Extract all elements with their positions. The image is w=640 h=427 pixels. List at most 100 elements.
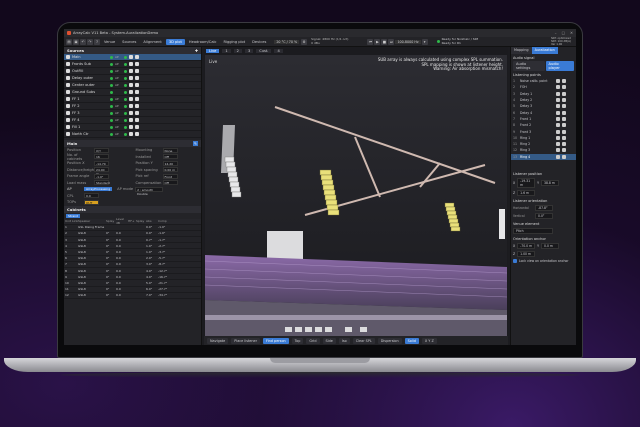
source-delete-icon[interactable]: [135, 55, 139, 59]
source-edit-icon[interactable]: [129, 62, 133, 66]
cabinet-cell[interactable]: 1: [64, 225, 71, 229]
listening-point-menu-icon[interactable]: [562, 142, 566, 147]
cabinet-cell[interactable]: -8.7°: [157, 262, 167, 266]
cabinet-cell[interactable]: 0°: [105, 256, 115, 260]
view-control-button[interactable]: X Y Z: [421, 337, 437, 344]
source-row[interactable]: Center outer AP: [64, 82, 201, 89]
main-field-value[interactable]: X/Y: [94, 147, 109, 153]
listening-point-visible-icon[interactable]: [556, 135, 560, 140]
listening-point-menu-icon[interactable]: [562, 148, 566, 153]
cabinet-cell[interactable]: -34.7°: [157, 293, 167, 297]
cabinet-cell[interactable]: 0.0: [115, 238, 127, 242]
strand-tab[interactable]: Strand: [66, 213, 80, 218]
source-edit-icon[interactable]: [129, 90, 133, 94]
cabinet-cell[interactable]: 4.0°: [145, 275, 157, 279]
cabinet-cell[interactable]: 9: [64, 275, 71, 279]
source-row[interactable]: OutFill AP: [64, 68, 201, 75]
cabinet-cell[interactable]: -16.7°: [157, 275, 167, 279]
help-icon[interactable]: ?: [94, 38, 100, 45]
cabinet-cell[interactable]: 0.0: [115, 250, 127, 254]
tab-headroom[interactable]: Headroom/Calc: [186, 39, 220, 45]
listening-point-menu-icon[interactable]: [562, 154, 566, 159]
cabinet-cell[interactable]: 0.0: [115, 287, 127, 291]
cabinet-cell[interactable]: -3.7°: [157, 250, 167, 254]
file-icon[interactable]: ▤: [66, 38, 72, 45]
rewind-icon[interactable]: ⏮: [367, 38, 374, 45]
source-delete-icon[interactable]: [135, 76, 139, 80]
source-edit-icon[interactable]: [129, 118, 133, 122]
cabinet-cell[interactable]: -5.7°: [157, 256, 167, 260]
source-delete-icon[interactable]: [135, 90, 139, 94]
source-edit-icon[interactable]: [129, 55, 133, 59]
edit-source-icon[interactable]: ✎: [192, 141, 198, 146]
play-icon[interactable]: ▶: [374, 38, 381, 45]
cabinet-cell[interactable]: 4.0°: [145, 269, 157, 273]
source-edit-icon[interactable]: [129, 69, 133, 73]
main-field-value[interactable]: 24.00 m: [94, 167, 109, 176]
main-field-value[interactable]: 16: [94, 154, 109, 160]
vertical-field[interactable]: 0.0°: [535, 212, 553, 219]
cabinet-cell[interactable]: 6: [64, 256, 71, 260]
cabinet-cell[interactable]: 2.0°: [145, 256, 157, 260]
main-field-value[interactable]: None: [162, 147, 178, 153]
listening-point-visible-icon[interactable]: [556, 129, 560, 134]
cabinet-cell[interactable]: 0°: [105, 231, 115, 235]
horizontal-field[interactable]: -87.8°: [535, 204, 553, 211]
source-row[interactable]: North Ctr AP: [64, 131, 201, 138]
tab-3d-plot[interactable]: 3D plot: [165, 38, 185, 45]
cabinet-cell[interactable]: GSL8: [77, 256, 105, 260]
main-field-value[interactable]: 14.20 m: [162, 160, 178, 170]
cabinet-cell[interactable]: GSL8: [77, 238, 105, 242]
anchor-x-field[interactable]: -70.0 m: [517, 242, 536, 249]
cabinet-cell[interactable]: -1.0°: [157, 225, 167, 229]
frequency-range[interactable]: 100-8000 Hz: [395, 39, 421, 44]
main-field-value[interactable]: -14.70 m: [94, 160, 109, 170]
view-tab[interactable]: 1: [222, 48, 231, 53]
view-control-button[interactable]: Navigate: [207, 337, 229, 344]
listening-point-menu-icon[interactable]: [562, 98, 566, 103]
cpl-field[interactable]: 0.0: [84, 193, 99, 199]
cabinet-cell[interactable]: 0°: [105, 287, 115, 291]
source-row[interactable]: Delay outer AP: [64, 75, 201, 82]
tops-toggle[interactable]: OUT: [84, 199, 99, 205]
cabinet-cell[interactable]: 0°: [105, 244, 115, 248]
view-control-button[interactable]: Find person: [263, 337, 289, 344]
listening-point-menu-icon[interactable]: [562, 129, 566, 134]
cabinet-row[interactable]: 12 GSL8 0° 0.0 7.0° -34.7°: [64, 293, 201, 299]
listening-point-row[interactable]: 13 Ring 4: [511, 153, 576, 160]
venue-element-select[interactable]: Pitch: [513, 227, 553, 234]
cabinet-cell[interactable]: 5.0°: [145, 281, 157, 285]
listening-point-visible-icon[interactable]: [556, 104, 560, 109]
cabinet-cell[interactable]: 1.0°: [145, 250, 157, 254]
source-edit-icon[interactable]: [129, 83, 133, 87]
cabinet-cell[interactable]: 7: [64, 262, 71, 266]
main-field-value[interactable]: Front: [162, 173, 178, 179]
cabinet-cell[interactable]: 8: [64, 269, 71, 273]
cabinet-cell[interactable]: 7.0°: [145, 293, 157, 297]
main-field-value[interactable]: Standard: [94, 180, 110, 186]
cabinet-cell[interactable]: -2.7°: [157, 244, 167, 248]
cabinet-cell[interactable]: -1.7°: [157, 238, 167, 242]
listening-point-visible-icon[interactable]: [556, 142, 560, 147]
cabinet-cell[interactable]: GSL8: [77, 231, 105, 235]
source-row[interactable]: Ground Subs: [64, 89, 201, 96]
cabinet-cell[interactable]: GSL8: [77, 269, 105, 273]
listening-point-visible-icon[interactable]: [556, 91, 560, 96]
audio-settings-button[interactable]: Audio settings: [513, 61, 545, 71]
cabinet-cell[interactable]: 11: [64, 287, 71, 291]
cabinet-cell[interactable]: 0°: [105, 269, 115, 273]
cabinet-cell[interactable]: 0.0: [115, 262, 127, 266]
cabinet-cell[interactable]: 5: [64, 250, 71, 254]
source-edit-icon[interactable]: [129, 97, 133, 101]
maximize-button[interactable]: □: [562, 31, 565, 35]
source-delete-icon[interactable]: [135, 97, 139, 101]
listening-point-visible-icon[interactable]: [556, 148, 560, 153]
redo-icon[interactable]: ↷: [87, 38, 93, 45]
save-icon[interactable]: ▣: [73, 38, 79, 45]
view-tab[interactable]: Cust.: [256, 48, 272, 53]
minimize-button[interactable]: –: [555, 31, 557, 35]
anchor-z-field[interactable]: 1.00 m: [517, 250, 536, 257]
pos-z-field[interactable]: 1.6 m: [517, 189, 536, 196]
cabinet-cell[interactable]: GSL8: [77, 287, 105, 291]
cabinet-cell[interactable]: GSL8: [77, 281, 105, 285]
